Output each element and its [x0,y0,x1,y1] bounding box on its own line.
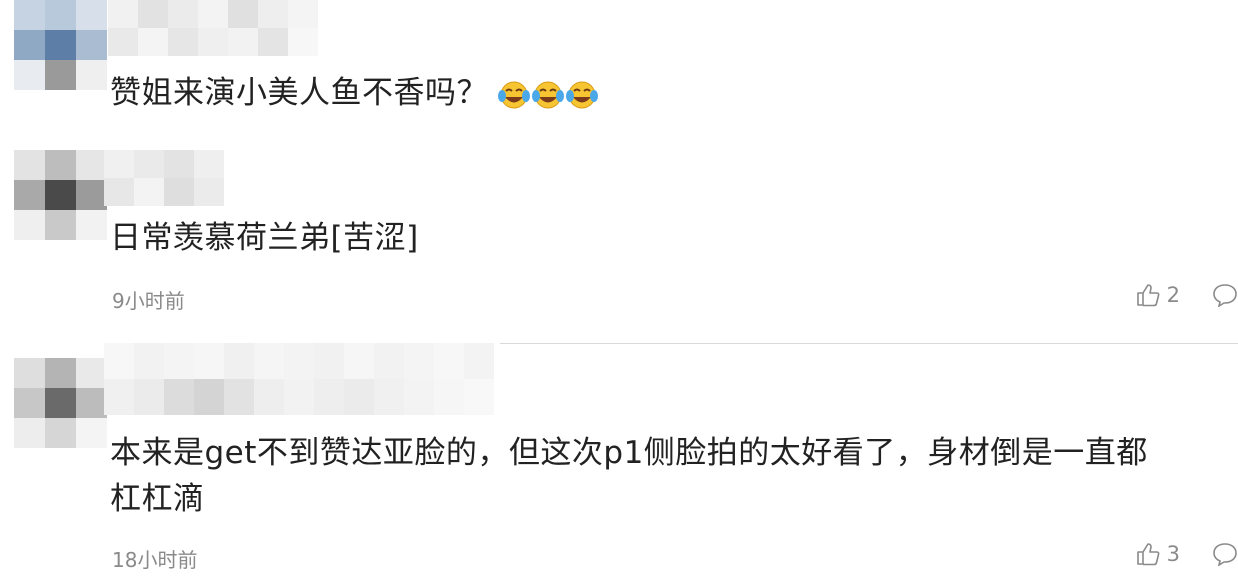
username[interactable] [108,0,318,56]
comment-actions: 2 [1135,282,1238,308]
username[interactable] [104,343,494,415]
comment-actions: 3 [1135,541,1238,567]
speech-bubble-icon[interactable] [1212,542,1238,566]
comment-text: 日常羡慕荷兰弟[苦涩] [110,220,419,256]
comment-text-line: 杠杠滴 [110,481,205,517]
speech-bubble-icon[interactable] [1212,283,1238,307]
avatar[interactable] [14,150,107,240]
comment-time: 18小时前 [112,548,198,572]
emoji-group [498,80,598,110]
laugh-cry-emoji-icon [532,81,564,108]
like-count: 3 [1166,542,1180,566]
comment-text-line: 本来是get不到赞达亚脸的，但这次p1侧脸拍的太好看了，身材倒是一直都 [110,435,1148,471]
comment-time: 9小时前 [112,289,185,313]
comment-text-content: 赞姐来演小美人鱼不香吗？ [110,75,488,111]
thumbs-up-icon [1136,543,1160,566]
thumbs-up-icon [1136,284,1160,307]
laugh-cry-emoji-icon [566,81,598,108]
avatar[interactable] [14,0,107,90]
like-button[interactable]: 3 [1135,541,1212,567]
username[interactable] [104,150,224,206]
divider [500,343,1238,344]
comment-text: 本来是get不到赞达亚脸的，但这次p1侧脸拍的太好看了，身材倒是一直都 杠杠滴 [110,430,1148,522]
comment-text: 赞姐来演小美人鱼不香吗？ [110,70,598,116]
like-count: 2 [1166,283,1180,307]
like-button[interactable]: 2 [1135,282,1212,308]
avatar[interactable] [14,358,107,448]
comment-list: 赞姐来演小美人鱼不香吗？ 日常羡慕荷兰弟[苦涩] 9小时前 2 本来是get不到… [0,0,1238,582]
laugh-cry-emoji-icon [498,81,530,108]
